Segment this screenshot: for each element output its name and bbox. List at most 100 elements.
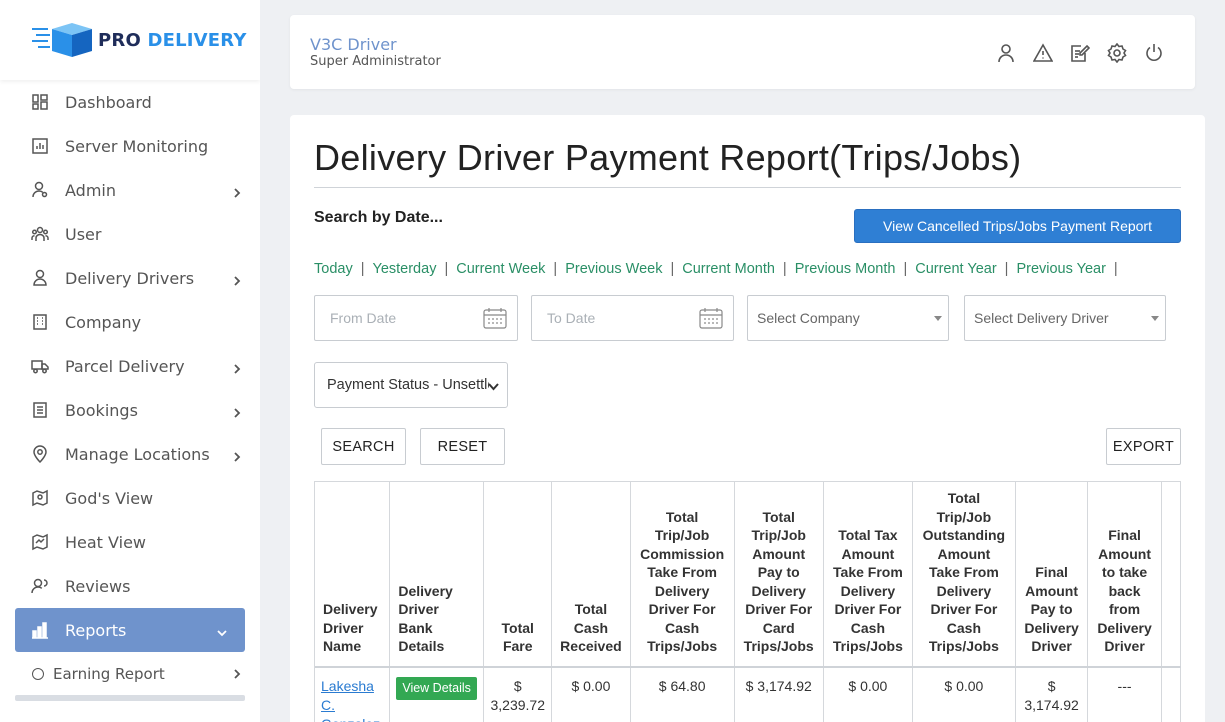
to-date-placeholder: To Date: [547, 310, 596, 326]
users-icon: [31, 225, 49, 243]
to-date-input[interactable]: To Date: [531, 295, 734, 341]
payment-status-select[interactable]: Payment Status - Unsettled: [314, 362, 508, 408]
calendar-icon[interactable]: [483, 307, 507, 332]
caret-down-icon: [1151, 316, 1159, 321]
quick-link-previous-year[interactable]: Previous Year: [1016, 261, 1105, 277]
search-button[interactable]: SEARCH: [321, 428, 406, 465]
quick-link-current-week[interactable]: Current Week: [456, 261, 545, 277]
user-icon[interactable]: [995, 42, 1017, 64]
brand-name-pro: PRO: [98, 29, 141, 51]
payment-table: Delivery Driver Name Delivery Driver Ban…: [315, 481, 1181, 722]
caret-down-icon: [934, 316, 942, 321]
chevron-right-icon: [232, 363, 242, 374]
heatmap-icon: [31, 533, 49, 551]
chevron-down-icon: [217, 627, 227, 637]
quick-link-previous-week[interactable]: Previous Week: [565, 261, 662, 277]
company-select[interactable]: Select Company: [747, 295, 949, 341]
chevron-right-icon: [232, 275, 242, 286]
col-header-final-pay[interactable]: Final Amount Pay to Delivery Driver: [1015, 481, 1089, 668]
search-by-date-label: Search by Date...: [314, 209, 443, 226]
col-header-overflow: [1161, 481, 1181, 668]
top-header: V3C Driver Super Administrator: [290, 15, 1195, 89]
sidebar-item-label: Parcel Delivery: [65, 356, 185, 376]
sidebar-item-label: Dashboard: [65, 92, 152, 112]
sidebar-item-label: Server Monitoring: [65, 136, 209, 156]
list-icon: [31, 401, 49, 419]
sidebar-item-label: Delivery Drivers: [65, 268, 195, 288]
reset-button[interactable]: RESET: [420, 428, 505, 465]
sidebar-item-company[interactable]: Company: [0, 300, 260, 344]
company-select-value: Select Company: [757, 310, 860, 326]
quick-link-current-year[interactable]: Current Year: [915, 261, 996, 277]
pin-icon: [31, 445, 49, 463]
header-actions: [995, 42, 1165, 64]
sidebar-item-delivery-drivers[interactable]: Delivery Drivers: [0, 256, 260, 300]
date-quick-links: Today | Yesterday | Current Week | Previous…: [314, 261, 1118, 277]
chart-icon: [31, 137, 49, 155]
map-icon: [31, 489, 49, 507]
sidebar-item-heat-view[interactable]: Heat View: [0, 520, 260, 564]
admin-icon: [31, 181, 49, 199]
sidebar-item-parcel-delivery[interactable]: Parcel Delivery: [0, 344, 260, 388]
circle-icon: [32, 668, 44, 680]
sidebar-item-label: Manage Locations: [65, 444, 210, 464]
driver-select-value: Select Delivery Driver: [974, 310, 1109, 326]
driver-name-link[interactable]: Lakesha C. Gonzalez: [321, 678, 380, 722]
sidebar-item-reviews[interactable]: Reviews: [0, 564, 260, 608]
col-header-tax[interactable]: Total Tax Amount Take From Delivery Driv…: [823, 481, 914, 668]
sidebar-item-server-monitoring[interactable]: Server Monitoring: [0, 124, 260, 168]
cell-total-fare: $ 3,239.72: [483, 666, 553, 722]
user-role: Super Administrator: [310, 54, 441, 69]
sidebar-subitem-earning-report[interactable]: Earning Report: [0, 652, 260, 696]
cell-outstanding: $ 0.00: [912, 666, 1016, 722]
quick-link-previous-month[interactable]: Previous Month: [795, 261, 896, 277]
col-header-bank-details[interactable]: Delivery Driver Bank Details: [389, 481, 485, 668]
delivery-driver-select[interactable]: Select Delivery Driver: [964, 295, 1166, 341]
payment-table-container[interactable]: Delivery Driver Name Delivery Driver Ban…: [314, 481, 1181, 722]
sidebar-item-bookings[interactable]: Bookings: [0, 388, 260, 432]
col-header-outstanding[interactable]: Total Trip/Job Outstanding Amount Take F…: [912, 481, 1016, 668]
edit-icon[interactable]: [1069, 42, 1091, 64]
cell-tax: $ 0.00: [823, 666, 914, 722]
sidebar: PRO DELIVERY Dashboard Server Monitoring…: [0, 0, 260, 722]
brand-logo[interactable]: PRO DELIVERY: [0, 0, 260, 80]
col-header-commission[interactable]: Total Trip/Job Commission Take From Deli…: [630, 481, 735, 668]
col-header-card-pay[interactable]: Total Trip/Job Amount Pay to Delivery Dr…: [734, 481, 824, 668]
view-bank-details-button[interactable]: View Details: [396, 676, 477, 700]
sidebar-item-label: Reports: [65, 620, 127, 640]
alert-icon[interactable]: [1032, 42, 1054, 64]
sidebar-item-admin[interactable]: Admin: [0, 168, 260, 212]
sidebar-item-user[interactable]: User: [0, 212, 260, 256]
title-divider: [314, 187, 1181, 188]
col-header-take-back[interactable]: Final Amount to take back from Delivery …: [1087, 481, 1162, 668]
report-panel: Delivery Driver Payment Report(Trips/Job…: [290, 115, 1205, 722]
chevron-right-icon: [232, 665, 242, 683]
sidebar-nav: Dashboard Server Monitoring Admin User D…: [0, 80, 260, 696]
truck-icon: [31, 357, 49, 375]
power-icon[interactable]: [1143, 42, 1165, 64]
from-date-input[interactable]: From Date: [314, 295, 518, 341]
settings-icon[interactable]: [1106, 42, 1128, 64]
sidebar-item-label: Heat View: [65, 532, 147, 552]
col-header-cash-received[interactable]: Total Cash Received: [551, 481, 631, 668]
sidebar-scrollbar[interactable]: [15, 695, 245, 701]
view-cancelled-report-button[interactable]: View Cancelled Trips/Jobs Payment Report: [854, 209, 1181, 243]
cell-card-pay: $ 3,174.92: [734, 666, 824, 722]
quick-link-yesterday[interactable]: Yesterday: [372, 261, 436, 277]
quick-link-current-month[interactable]: Current Month: [682, 261, 775, 277]
sidebar-item-dashboard[interactable]: Dashboard: [0, 80, 260, 124]
calendar-icon[interactable]: [699, 307, 723, 332]
sidebar-item-gods-view[interactable]: God's View: [0, 476, 260, 520]
sidebar-item-label: Reviews: [65, 576, 131, 596]
sidebar-item-manage-locations[interactable]: Manage Locations: [0, 432, 260, 476]
quick-link-today[interactable]: Today: [314, 261, 353, 277]
building-icon: [31, 313, 49, 331]
cell-take-back: ---: [1087, 666, 1162, 722]
cell-cash-received: $ 0.00: [551, 666, 631, 722]
from-date-placeholder: From Date: [330, 310, 397, 326]
sidebar-item-reports[interactable]: Reports: [15, 608, 245, 652]
export-button[interactable]: EXPORT: [1106, 428, 1181, 465]
col-header-driver-name[interactable]: Delivery Driver Name: [315, 481, 391, 668]
sidebar-item-label: Bookings: [65, 400, 138, 420]
col-header-total-fare[interactable]: Total Fare: [483, 481, 553, 668]
